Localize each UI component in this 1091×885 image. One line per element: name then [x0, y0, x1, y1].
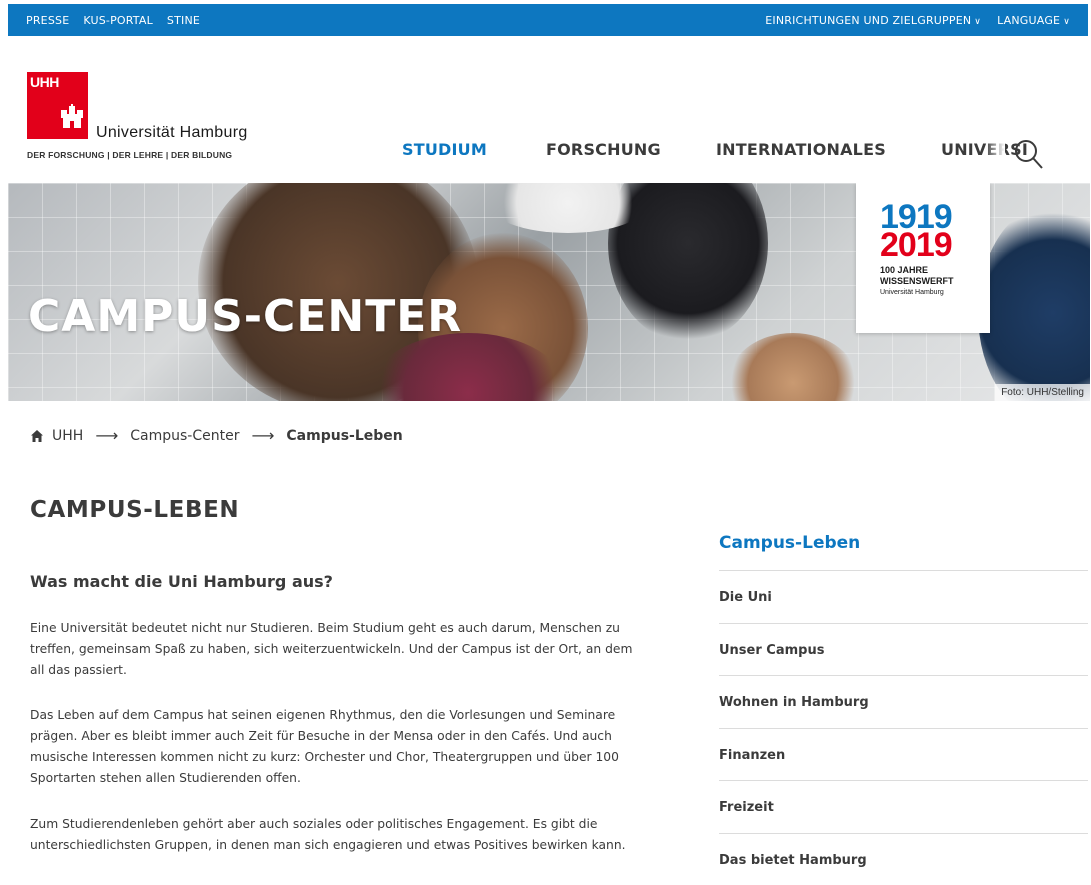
top-utility-bar: PRESSE KUS-PORTAL STINE EINRICHTUNGEN UN…: [8, 4, 1088, 36]
badge-line-1: 100 JAHRE: [880, 265, 928, 275]
breadcrumb-current: Campus-Leben: [286, 428, 402, 444]
topbar-dropdown-language-label: LANGUAGE: [997, 14, 1060, 27]
sidebar-item-freizeit[interactable]: Freizeit: [719, 780, 1088, 833]
search-icon: [1010, 136, 1046, 172]
hamburg-castle-icon: [61, 104, 83, 130]
logo-text: UHH: [30, 74, 59, 90]
hero-banner: CAMPUS-CENTER 1919 2019 100 JAHRE WISSEN…: [8, 183, 1090, 401]
badge-line-2: WISSENSWERFT: [880, 276, 954, 286]
nav-forschung[interactable]: FORSCHUNG: [546, 140, 661, 159]
sidebar-nav: Die Uni Unser Campus Wohnen in Hamburg F…: [719, 570, 1088, 885]
topbar-link-kus-portal[interactable]: KUS-PORTAL: [83, 14, 153, 27]
nav-fade: [985, 135, 1005, 171]
chevron-down-icon: ∨: [974, 17, 981, 27]
hero-title: CAMPUS-CENTER: [28, 291, 462, 342]
paragraph-3: Zum Studierendenleben gehört aber auch s…: [30, 814, 650, 856]
university-tagline: DER FORSCHUNG | DER LEHRE | DER BILDUNG: [27, 150, 232, 160]
sidebar-item-die-uni[interactable]: Die Uni: [719, 570, 1088, 623]
breadcrumb-uhh[interactable]: UHH: [52, 428, 83, 444]
sidebar-item-wohnen[interactable]: Wohnen in Hamburg: [719, 675, 1088, 728]
university-name: Universität Hamburg: [96, 124, 248, 142]
photo-credit: Foto: UHH/Stelling: [995, 384, 1090, 401]
arrow-right-icon: ⟶: [95, 426, 118, 445]
paragraph-2: Das Leben auf dem Campus hat seinen eige…: [30, 705, 650, 789]
page-title: CAMPUS-LEBEN: [30, 497, 239, 523]
badge-line-3: Universität Hamburg: [880, 289, 944, 296]
topbar-link-presse[interactable]: PRESSE: [26, 14, 69, 27]
badge-year-bottom: 2019: [880, 229, 952, 261]
nav-internationales[interactable]: INTERNATIONALES: [716, 140, 886, 159]
nav-studium[interactable]: STUDIUM: [402, 140, 487, 159]
anniversary-badge[interactable]: 1919 2019 100 JAHRE WISSENSWERFT Univers…: [856, 183, 990, 333]
search-button[interactable]: [1010, 136, 1046, 172]
section-subtitle: Was macht die Uni Hamburg aus?: [30, 572, 333, 591]
sidebar-item-unser-campus[interactable]: Unser Campus: [719, 623, 1088, 676]
breadcrumb: UHH ⟶ Campus-Center ⟶ Campus-Leben: [30, 426, 403, 445]
sidebar-item-finanzen[interactable]: Finanzen: [719, 728, 1088, 781]
topbar-link-stine[interactable]: STINE: [167, 14, 200, 27]
sidebar-item-das-bietet-hamburg[interactable]: Das bietet Hamburg: [719, 833, 1088, 885]
topbar-dropdown-einrichtungen-label: EINRICHTUNGEN UND ZIELGRUPPEN: [765, 14, 971, 27]
breadcrumb-campus-center[interactable]: Campus-Center: [130, 428, 239, 444]
uhh-logo[interactable]: UHH: [27, 72, 88, 139]
chevron-down-icon: ∨: [1063, 17, 1070, 27]
sidebar-title[interactable]: Campus-Leben: [719, 533, 860, 553]
topbar-dropdown-language[interactable]: LANGUAGE∨: [997, 14, 1070, 27]
paragraph-1: Eine Universität bedeutet nicht nur Stud…: [30, 618, 650, 681]
topbar-dropdown-einrichtungen[interactable]: EINRICHTUNGEN UND ZIELGRUPPEN∨: [765, 14, 981, 27]
arrow-right-icon: ⟶: [251, 426, 274, 445]
home-icon[interactable]: [30, 429, 44, 443]
